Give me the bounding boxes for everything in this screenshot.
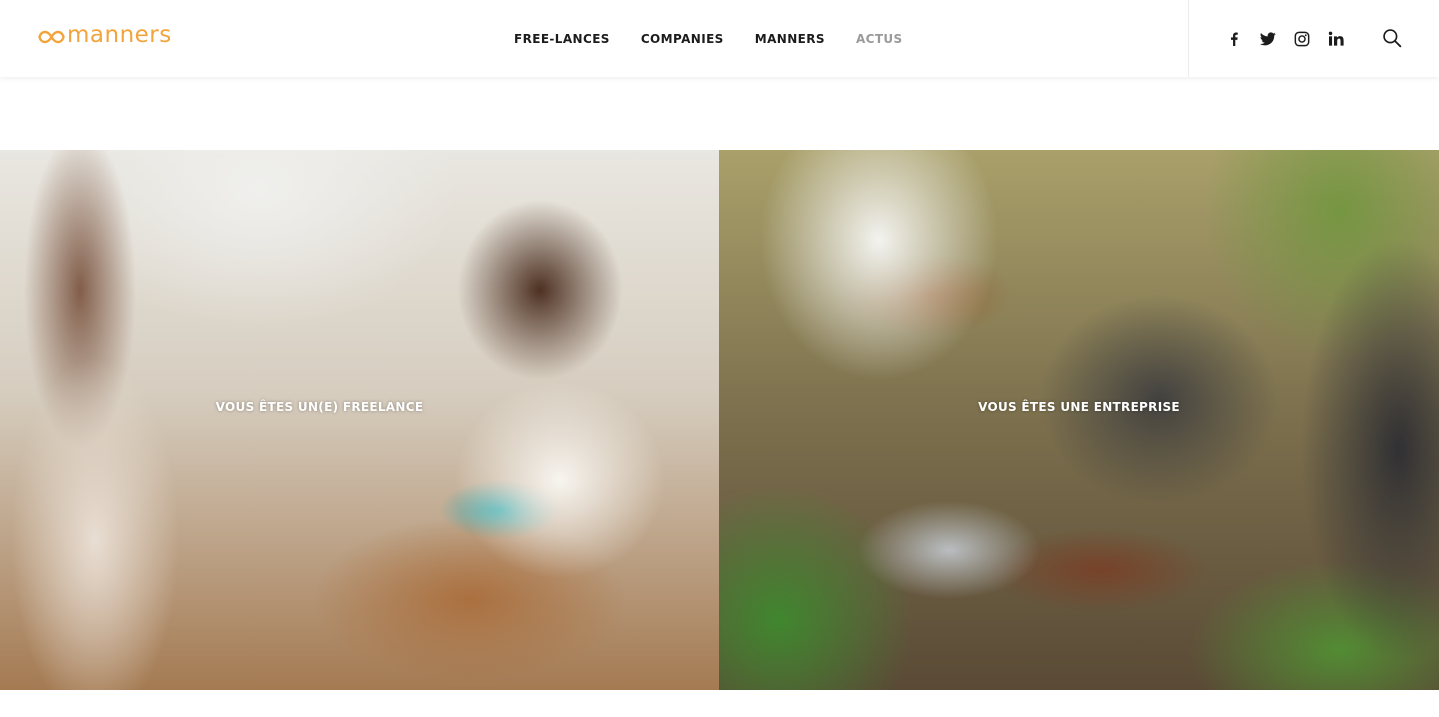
brand-name: manners (67, 21, 172, 48)
company-panel[interactable]: VOUS ÊTES UNE ENTREPRISE (719, 150, 1439, 690)
freelance-panel-label: VOUS ÊTES UN(E) FREELANCE (215, 400, 424, 414)
facebook-icon[interactable] (1224, 29, 1244, 49)
nav-item-actus[interactable]: ACTUS (856, 32, 903, 46)
company-panel-label: VOUS ÊTES UNE ENTREPRISE (978, 400, 1180, 414)
nav-item-manners[interactable]: MANNERS (755, 32, 825, 46)
social-links (1224, 0, 1360, 77)
linkedin-icon[interactable] (1326, 29, 1346, 49)
nav-item-companies[interactable]: COMPANIES (641, 32, 724, 46)
infinity-icon (38, 30, 65, 44)
search-icon[interactable] (1382, 28, 1404, 50)
site-logo[interactable]: manners (38, 22, 172, 52)
main-nav: FREE-LANCES COMPANIES MANNERS ACTUS (514, 0, 934, 77)
instagram-icon[interactable] (1292, 29, 1312, 49)
twitter-icon[interactable] (1258, 29, 1278, 49)
header-divider (1188, 0, 1189, 77)
freelance-panel[interactable]: VOUS ÊTES UN(E) FREELANCE (0, 150, 719, 690)
hero-section: VOUS ÊTES UN(E) FREELANCE VOUS ÊTES UNE … (0, 150, 1439, 690)
nav-item-free-lances[interactable]: FREE-LANCES (514, 32, 610, 46)
site-header: manners FREE-LANCES COMPANIES MANNERS AC… (0, 0, 1439, 77)
